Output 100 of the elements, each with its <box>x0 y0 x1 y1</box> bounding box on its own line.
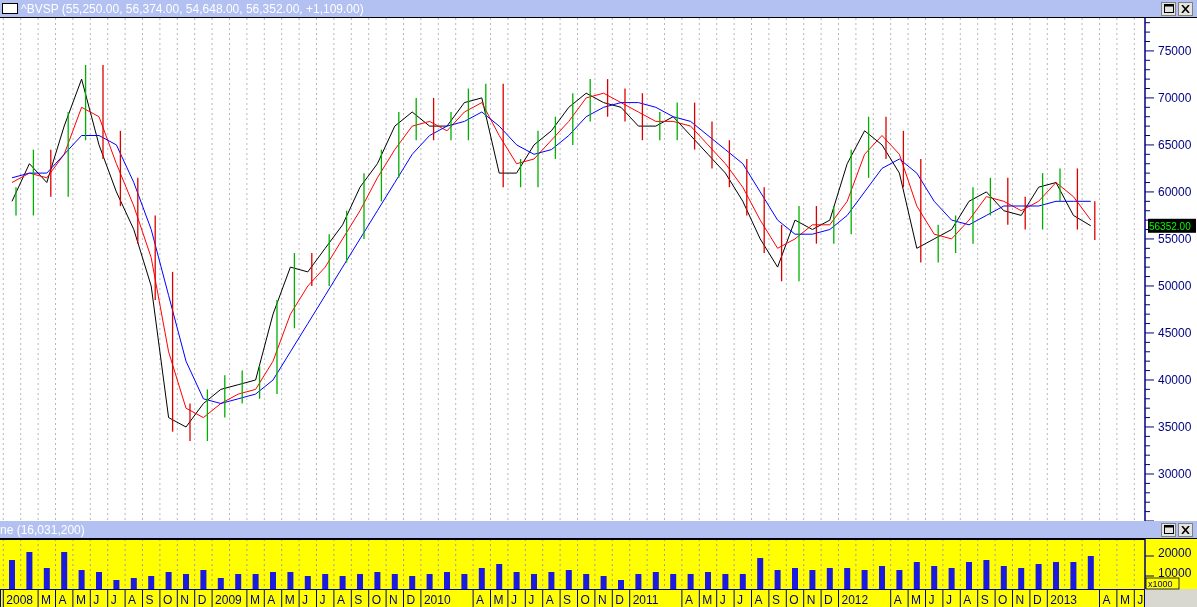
month-label: J <box>945 593 952 607</box>
volume-bar <box>478 568 485 589</box>
month-label: A <box>267 593 276 607</box>
volume-bar <box>1070 562 1077 589</box>
unit-label: x1000 <box>1145 577 1180 590</box>
volume-bar <box>739 574 746 589</box>
axis-label: 35000 <box>1158 420 1192 434</box>
volume-bar <box>600 576 607 589</box>
volume-bar <box>339 576 346 589</box>
volume-bar <box>722 574 729 589</box>
month-label: A <box>754 593 763 607</box>
month-label: A <box>128 593 137 607</box>
volume-bar <box>705 572 711 589</box>
month-label: J <box>719 593 726 607</box>
volume-bar <box>844 568 851 589</box>
month-label: 2010 <box>423 593 451 607</box>
month-label: J <box>110 593 117 607</box>
month-label: A <box>336 593 345 607</box>
volume-bar <box>1087 556 1094 589</box>
axis-label: 30000 <box>1158 467 1192 481</box>
axis-label: 40000 <box>1158 372 1192 387</box>
close-button[interactable] <box>1178 522 1193 537</box>
volume-bar <box>826 568 833 589</box>
month-label: A <box>476 593 485 607</box>
month-label: A <box>963 593 972 607</box>
month-label: S <box>771 593 780 607</box>
volume-bar <box>113 580 120 589</box>
volume-bar <box>78 570 85 589</box>
last-price-label: 56352.00 <box>1148 218 1196 233</box>
volume-bar <box>670 574 677 589</box>
month-label: 2011 <box>632 593 659 607</box>
axis-label: 65000 <box>1158 137 1192 152</box>
volume-bar <box>61 552 68 589</box>
volume-bar <box>1035 564 1042 589</box>
volume-bar <box>792 568 798 589</box>
maximize-button[interactable] <box>1161 522 1176 537</box>
volume-bar <box>652 572 659 589</box>
volume-bar <box>879 566 885 589</box>
volume-bar <box>1018 568 1025 589</box>
volume-bar <box>461 574 468 589</box>
volume-bar <box>565 570 572 589</box>
month-label: M <box>1119 593 1130 607</box>
month-label: M <box>41 593 52 607</box>
month-label: N <box>389 593 398 607</box>
month-label: 2012 <box>841 593 869 607</box>
volume-bar <box>1000 566 1007 589</box>
month-label: D <box>615 593 624 607</box>
volume-bar <box>966 562 972 589</box>
volume-bar <box>531 574 537 589</box>
month-label: M <box>911 593 922 607</box>
axis-label: 45000 <box>1158 325 1192 340</box>
month-label: J <box>319 593 326 607</box>
volume-bar <box>757 558 764 589</box>
volume-bar <box>896 570 903 589</box>
month-label: N <box>180 593 189 607</box>
close-button[interactable] <box>1178 1 1193 16</box>
volume-bar <box>9 560 15 589</box>
month-label: O <box>789 593 799 607</box>
month-label: N <box>806 593 816 607</box>
volume-bar <box>43 568 50 589</box>
volume-bar <box>322 574 329 589</box>
month-label: O <box>371 593 382 607</box>
volume-bar <box>687 574 694 589</box>
volume-bar <box>217 578 224 589</box>
volume-bar <box>861 570 868 589</box>
month-label: J <box>302 593 309 607</box>
month-label: J <box>737 593 744 607</box>
month-label: N <box>597 593 607 607</box>
volume-title: ne (16,031,200) <box>0 522 85 537</box>
volume-bar <box>270 572 276 589</box>
month-label: D <box>406 593 416 607</box>
maximize-button[interactable] <box>1161 1 1176 16</box>
volume-bar <box>357 574 363 589</box>
volume-bar <box>148 576 155 589</box>
month-label: J <box>928 593 935 607</box>
volume-bar <box>513 572 520 589</box>
month-label: A <box>1102 593 1111 607</box>
volume-bar <box>409 576 416 589</box>
volume-bar <box>931 566 938 589</box>
month-label: M <box>249 593 260 607</box>
month-label: J <box>1137 593 1144 607</box>
volume-bar <box>583 574 590 589</box>
month-label: 2013 <box>1050 593 1077 607</box>
window-icon[interactable] <box>2 3 18 14</box>
volume-bar <box>496 564 503 589</box>
volume-bar <box>444 572 450 589</box>
month-label: O <box>162 593 173 607</box>
volume-bar <box>252 574 259 589</box>
month-label: O <box>580 593 590 607</box>
volume-bar <box>374 572 381 589</box>
month-label: J <box>93 593 100 607</box>
volume-bar <box>96 572 102 589</box>
volume-bar <box>287 572 294 589</box>
axis-label: 75000 <box>1158 43 1192 58</box>
axis-label: 20000 <box>1158 546 1192 560</box>
volume-bar <box>548 572 555 589</box>
month-label: S <box>354 593 363 607</box>
month-label: D <box>824 593 833 607</box>
month-label: A <box>893 593 902 607</box>
month-label: M <box>75 593 86 607</box>
